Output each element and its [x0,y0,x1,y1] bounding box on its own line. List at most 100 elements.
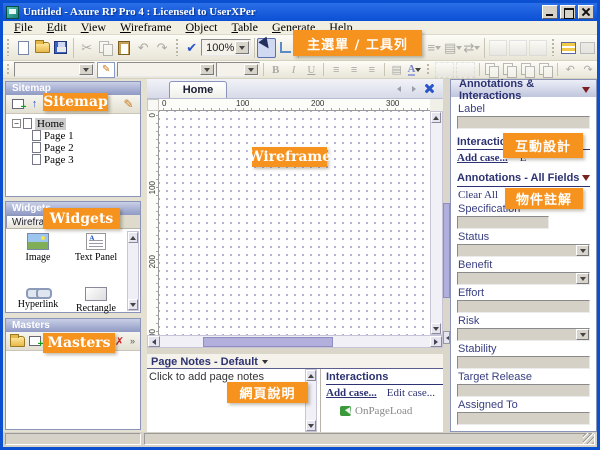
table-button[interactable] [559,38,578,58]
toolbar-grip[interactable] [426,64,431,76]
menu-wireframe[interactable]: Wireframe [113,21,179,34]
edit-case-link[interactable]: Edit case... [387,387,435,399]
bring-forward-button[interactable] [519,62,537,78]
collapse-panel-button[interactable] [443,331,450,344]
scrollbar-thumb[interactable] [203,337,333,347]
arrow-style-button[interactable]: ⇄ [463,38,482,58]
font-select[interactable] [117,62,216,77]
add-master-button[interactable] [26,333,43,349]
rotate-right-button[interactable]: ↷ [579,62,597,78]
italic-button[interactable]: I [285,62,303,78]
tab-home[interactable]: Home [169,81,227,98]
widgets-scrollbar[interactable] [127,231,139,311]
scroll-up-button[interactable] [431,112,441,123]
menu-edit[interactable]: Edit [40,21,74,34]
scroll-right-button[interactable] [430,336,442,347]
wireframe-canvas[interactable] [159,111,430,335]
pointer-tool-button[interactable] [257,38,276,58]
add-page-button[interactable] [9,96,26,112]
close-tab-button[interactable] [424,83,435,94]
onpageload-event[interactable]: OnPageLoad [340,405,443,417]
save-button[interactable] [51,38,70,58]
minimize-button[interactable] [542,5,558,19]
scroll-up-button[interactable] [306,370,316,381]
toolbar-overflow-button[interactable]: » [128,333,137,349]
undo-button[interactable]: ↶ [134,38,153,58]
move-up-button[interactable]: ↑ [26,96,43,112]
underline-button[interactable]: U [302,62,320,78]
new-button[interactable] [14,38,33,58]
specification-input[interactable] [457,216,549,229]
canvas-horizontal-scrollbar[interactable] [147,335,443,348]
redo-button[interactable]: ↷ [153,38,172,58]
font-color-button[interactable]: A [406,62,424,78]
risk-select[interactable] [457,328,590,341]
widget-text-panel[interactable]: Text Panel [68,233,124,263]
toolbar-grip[interactable] [551,39,556,57]
tree-item-page1[interactable]: Page 1 [12,130,140,141]
widget-image[interactable]: Image [10,233,66,263]
collapse-icon[interactable]: − [12,119,21,128]
assigned-to-input[interactable] [457,412,590,425]
zoom-dropdown-button[interactable] [235,41,249,54]
dropdown-button[interactable] [576,329,589,340]
line-spacing-button[interactable]: ▤ [388,62,406,78]
stability-input[interactable] [457,356,590,369]
canvas-vertical-scrollbar[interactable] [430,111,443,335]
group-button[interactable] [435,62,454,78]
add-case-link[interactable]: Add case... [457,152,508,164]
add-case-link[interactable]: Add case... [326,387,377,399]
tree-item-home[interactable]: − Home [12,118,140,129]
next-tab-button[interactable] [412,86,419,92]
toolbar-grip[interactable] [6,39,11,57]
copy-button[interactable] [96,38,115,58]
align-right-button[interactable]: ≡ [363,62,381,78]
send-to-back-button[interactable] [501,62,519,78]
rotate-left-button[interactable]: ↶ [561,62,579,78]
style-dropdown-button[interactable] [79,64,93,75]
style-edit-button[interactable]: ✎ [97,62,115,78]
spellcheck-button[interactable]: ✔ [182,38,201,58]
maximize-button[interactable] [560,5,576,19]
tree-item-page3[interactable]: Page 3 [12,154,140,165]
dropdown-button[interactable] [576,245,589,256]
open-button[interactable] [33,38,52,58]
font-size-dropdown-button[interactable] [244,64,258,75]
zoom-select[interactable]: 100% [201,39,250,56]
prev-tab-button[interactable] [394,86,401,92]
position-button-1[interactable] [489,40,507,56]
menu-object[interactable]: Object [178,21,224,34]
dropdown-button[interactable] [576,273,589,284]
insert-column-button[interactable] [578,38,597,58]
scroll-down-button[interactable] [431,323,441,334]
send-backward-button[interactable] [537,62,555,78]
cut-button[interactable]: ✂ [77,38,96,58]
menu-view[interactable]: View [74,21,113,34]
menu-file[interactable]: File [7,21,40,34]
scroll-up-button[interactable] [128,232,138,243]
paste-button[interactable] [115,38,134,58]
bold-button[interactable]: B [267,62,285,78]
align-left-button[interactable]: ≡ [327,62,345,78]
scroll-down-button[interactable] [306,420,316,431]
benefit-select[interactable] [457,272,590,285]
masters-list[interactable] [6,351,140,429]
right-panel-scrollbar[interactable] [443,79,450,432]
annotations-panel-header[interactable]: Annotations & Interactions [451,80,596,97]
page-notes-header[interactable]: Page Notes - Default [147,354,443,369]
effort-input[interactable] [457,300,590,313]
line-style-button[interactable]: ≡ [425,38,444,58]
target-release-input[interactable] [457,384,590,397]
menu-table[interactable]: Table [224,21,265,34]
font-size-select[interactable] [216,62,260,77]
widget-rectangle[interactable]: Rectangle [68,287,124,314]
position-button-2[interactable] [509,40,527,56]
style-select[interactable] [14,62,95,77]
label-field-input[interactable] [457,116,590,129]
all-fields-section-header[interactable]: Annotations - All Fields [457,171,590,187]
edit-page-button[interactable]: ✎ [120,96,137,112]
tree-item-page2[interactable]: Page 2 [12,142,140,153]
widget-hyperlink[interactable]: Hyperlink [10,287,66,310]
status-select[interactable] [457,244,590,257]
bring-to-front-button[interactable] [483,62,501,78]
